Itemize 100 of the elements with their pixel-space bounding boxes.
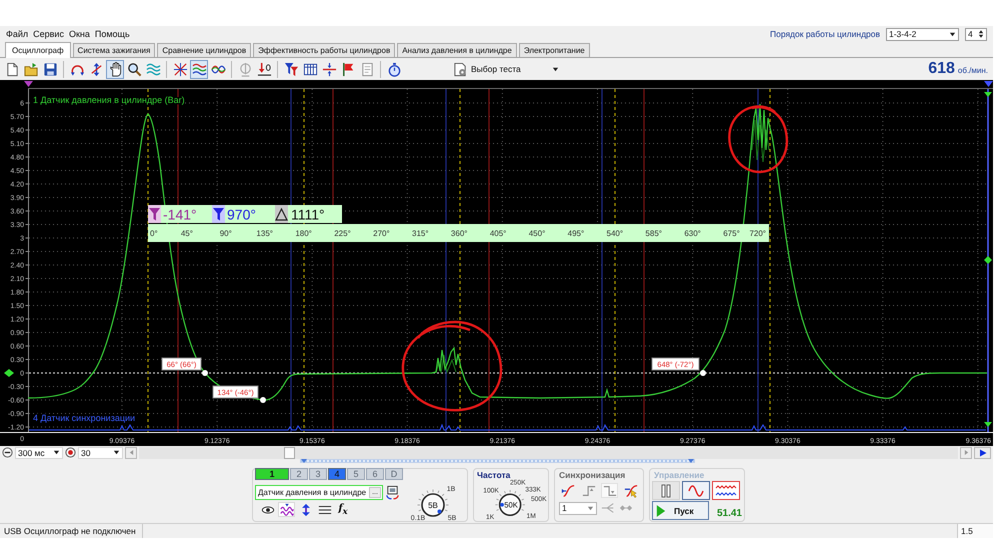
caret-icon <box>552 66 559 72</box>
group-title: Частота <box>477 471 510 480</box>
formula-button[interactable]: f$_{x}$ <box>335 502 351 517</box>
channel-button[interactable]: 2 <box>290 468 308 480</box>
caret-icon <box>587 504 594 512</box>
tab[interactable]: Эффективность работы цилиндров <box>253 43 396 57</box>
angle-label: 135° <box>256 229 273 238</box>
step-down-icon <box>602 484 616 498</box>
level-marker-icon[interactable] <box>984 256 992 264</box>
tab[interactable]: Электропитание <box>518 43 590 57</box>
funnel-icon <box>212 205 225 223</box>
point-marker-icon[interactable] <box>260 397 266 403</box>
tab[interactable]: Анализ давления в цилиндре <box>397 43 517 57</box>
channel-title: 4 Датчик синхронизации <box>33 413 136 423</box>
step-down-button[interactable] <box>601 483 618 498</box>
channel-button[interactable]: D <box>385 468 403 480</box>
minus-circle-icon[interactable] <box>2 447 13 458</box>
play-icon <box>656 504 666 518</box>
zoom-select[interactable]: 30 <box>78 446 123 458</box>
channel-button[interactable]: 5 <box>347 468 365 480</box>
angle-label: 585° <box>645 229 662 238</box>
magnifier-icon <box>126 62 142 76</box>
funnel-icon <box>284 62 298 76</box>
sine-wave-icon <box>688 482 704 498</box>
waveform-icon <box>280 502 294 516</box>
timebase-select[interactable]: 300 мс <box>15 446 63 458</box>
right-arrow-icon <box>964 449 968 456</box>
blank-page-icon <box>4 62 20 76</box>
stacked-waves-icon <box>146 62 160 76</box>
spinner-arrows-icon <box>978 29 984 39</box>
play-button[interactable] <box>974 446 991 458</box>
angle-label: 270° <box>373 229 390 238</box>
angle-label: 630° <box>684 229 701 238</box>
stopwatch-icon <box>386 62 402 76</box>
monitor-icon[interactable] <box>385 485 400 500</box>
step-up-icon <box>582 484 596 498</box>
folder-icon <box>24 62 38 76</box>
menu-item[interactable]: Помощь <box>94 29 130 39</box>
scrollbar-track[interactable] <box>139 446 958 458</box>
waves-button[interactable] <box>190 60 208 78</box>
rising-edge-button[interactable] <box>559 483 576 498</box>
menu-item[interactable]: Файл <box>6 29 28 39</box>
channel-button[interactable]: 3 <box>309 468 327 480</box>
crossed-arrows-icon <box>172 62 188 76</box>
split-arrows-icon <box>322 62 336 76</box>
caret-icon <box>53 449 60 456</box>
tab[interactable]: Сравнение цилиндров <box>157 43 252 57</box>
menu-item[interactable]: Окна <box>68 29 90 39</box>
angle-label: 405° <box>490 229 506 238</box>
hand-icon <box>108 62 122 76</box>
angle-label: 360° <box>450 229 468 238</box>
point-marker-icon[interactable] <box>202 370 208 376</box>
left-arrow-icon <box>128 449 134 456</box>
status-value: 1.5 <box>957 524 993 538</box>
channel-button[interactable]: 1 <box>255 468 289 480</box>
angle-label: 675° <box>723 229 740 238</box>
sine-mode-button[interactable] <box>682 481 710 500</box>
angle-label: 45° <box>180 229 193 238</box>
cylinder-count-spinner[interactable]: 4 <box>965 28 987 40</box>
dot-circle-icon[interactable] <box>65 447 76 458</box>
edge-pointer-button[interactable] <box>622 483 639 498</box>
waves-icon <box>192 62 206 76</box>
channel-button[interactable]: 6 <box>366 468 384 480</box>
cursor-readout: 970° <box>227 206 256 222</box>
group-title: Управление <box>654 471 706 480</box>
tab[interactable]: Система зажигания <box>72 43 156 57</box>
angle-label: 720° <box>749 229 766 238</box>
test-select[interactable]: Выбор теста <box>450 60 562 78</box>
trigger-marker-icon[interactable] <box>984 92 992 97</box>
cylinder-order-select[interactable]: 1-3-4-2 <box>886 28 959 40</box>
menu-item[interactable]: Сервис <box>33 29 64 39</box>
angle-label: 495° <box>568 229 584 238</box>
point-marker-icon[interactable] <box>700 370 706 376</box>
angle-label: 315° <box>412 229 429 238</box>
delta-readout: 1111° <box>291 206 325 222</box>
down-arrow-icon <box>256 62 272 76</box>
caret-icon <box>949 30 956 38</box>
angle-label: 450° <box>528 229 546 238</box>
dual-waves-icon <box>715 484 737 498</box>
rising-edge-icon <box>560 484 574 498</box>
pause-button[interactable] <box>652 481 680 500</box>
sync-channel-select[interactable]: 1 <box>559 502 597 514</box>
circle-stand-icon <box>238 62 252 76</box>
scrollbar-thumb[interactable] <box>284 446 295 458</box>
tab[interactable]: Осциллограф <box>5 42 71 58</box>
channel-button[interactable]: 4 <box>328 468 346 480</box>
grid-icon <box>302 62 318 76</box>
delta-icon <box>275 205 288 223</box>
pan-button[interactable] <box>106 60 124 78</box>
caret-icon <box>113 449 120 456</box>
dual-trace-button[interactable] <box>712 481 740 500</box>
cursor-marker-icon[interactable] <box>24 81 33 87</box>
trigger-marker-icon[interactable] <box>984 422 992 427</box>
level-marker-icon[interactable] <box>4 369 14 377</box>
cursor-marker-icon[interactable] <box>984 81 993 87</box>
angle-label: 90° <box>220 229 232 238</box>
angle-label: 0° <box>150 229 158 238</box>
page-icon <box>360 62 374 76</box>
start-button[interactable]: Пуск <box>652 501 709 520</box>
waveform-button[interactable] <box>278 502 295 517</box>
